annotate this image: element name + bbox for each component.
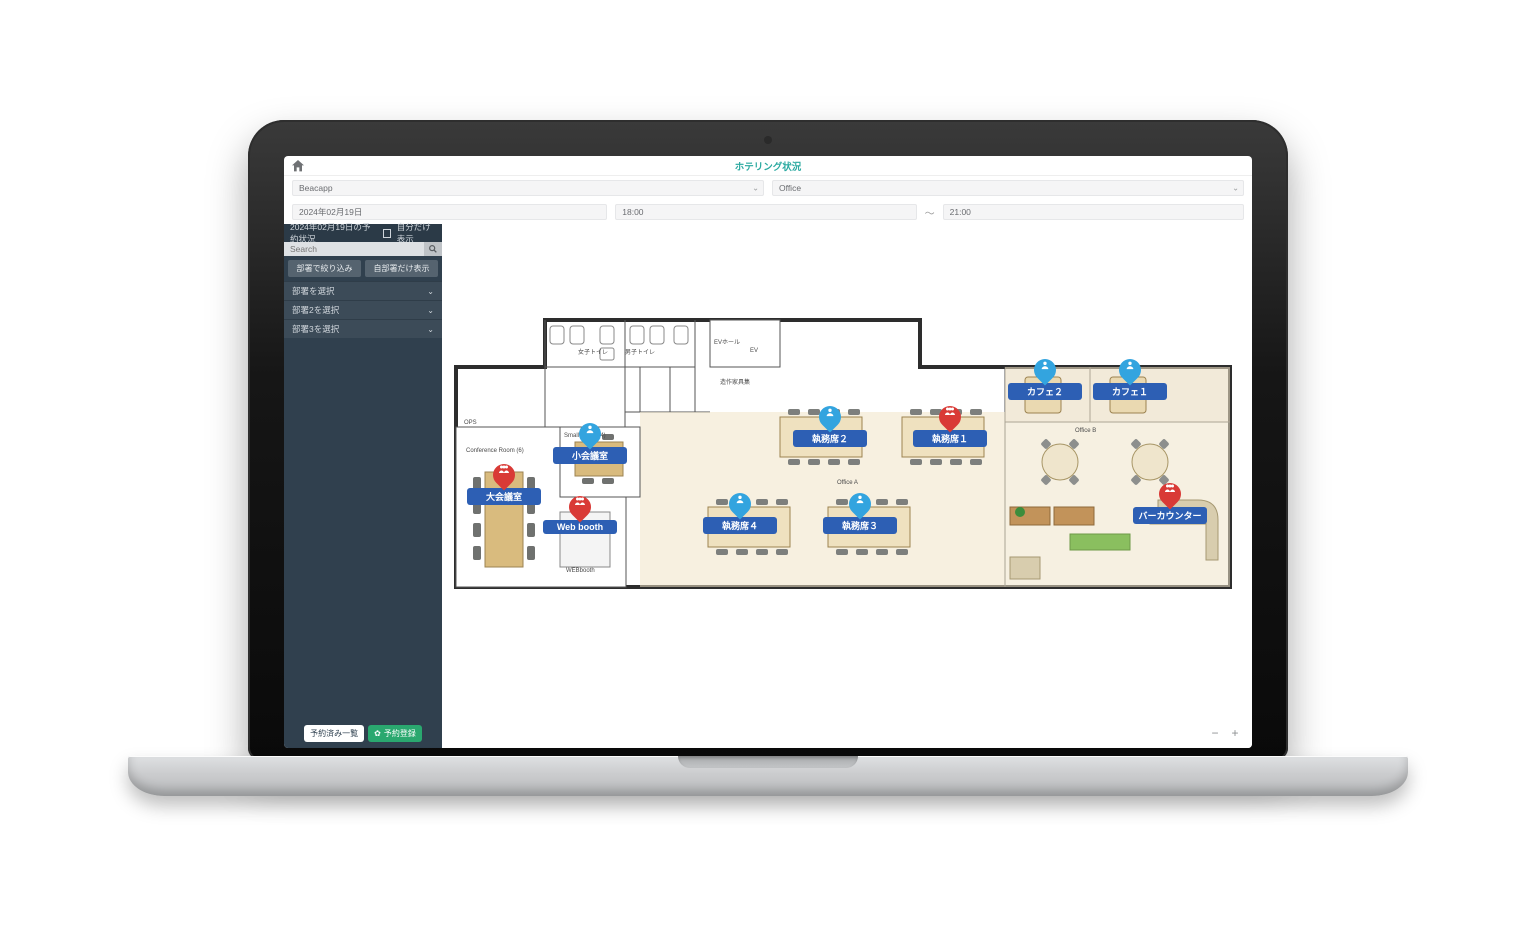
- svg-text:OPS: OPS: [464, 420, 477, 426]
- seat-marker-label[interactable]: カフェ２: [1008, 383, 1082, 400]
- floorplan-map[interactable]: 女子トイレ 男子トイレ EVホール EV 造作家具集 Conference Ro…: [442, 224, 1252, 748]
- self-only-checkbox[interactable]: [383, 229, 390, 238]
- time-range-tilde: 〜: [925, 205, 935, 220]
- sidebar-segment: 部署で絞り込み 自部署だけ表示: [284, 256, 442, 281]
- zoom-controls: − +: [1208, 726, 1242, 740]
- seat-marker-label[interactable]: 執務席３: [823, 517, 897, 534]
- laptop-base: [128, 756, 1408, 796]
- sidebar-footer: 予約済み一覧 ✿ 予約登録: [284, 719, 442, 748]
- dept-select-2[interactable]: 部署2を選択 ⌄: [284, 300, 442, 319]
- dept-select-2-label: 部署2を選択: [292, 304, 339, 316]
- svg-text:Small Room (4): Small Room (4): [564, 433, 606, 439]
- chevron-down-icon: ⌄: [1232, 184, 1239, 193]
- time-start-value: 18:00: [622, 207, 643, 217]
- chevron-down-icon: ⌄: [427, 325, 434, 334]
- seat-marker-label[interactable]: Web booth: [543, 520, 617, 534]
- svg-text:Conference Room (6): Conference Room (6): [466, 448, 524, 454]
- office-select-value: Office: [779, 183, 801, 193]
- dept-select-3[interactable]: 部署3を選択 ⌄: [284, 319, 442, 338]
- seat-marker-label[interactable]: 執務席１: [913, 430, 987, 447]
- seat-marker-label[interactable]: 大会議室: [467, 488, 541, 505]
- svg-text:男子トイレ: 男子トイレ: [625, 349, 655, 356]
- sidebar-status-bar: 2024年02月19日の予約状況 自分だけ表示: [284, 224, 442, 242]
- sidebar-search: [284, 242, 442, 256]
- title-bar: ホテリング状況: [284, 156, 1252, 176]
- laptop-mockup: ホテリング状況 Beacapp ⌄ Office ⌄ 2024年02月19日: [128, 120, 1408, 830]
- zoom-in-button[interactable]: +: [1228, 726, 1242, 740]
- space-select[interactable]: Beacapp ⌄: [292, 180, 764, 196]
- svg-text:造作家具集: 造作家具集: [720, 378, 750, 386]
- filters-row-1: Beacapp ⌄ Office ⌄: [284, 176, 1252, 200]
- chevron-down-icon: ⌄: [427, 306, 434, 315]
- seat-marker-label[interactable]: カフェ１: [1093, 383, 1167, 400]
- time-start-select[interactable]: 18:00: [615, 204, 916, 220]
- home-icon[interactable]: [290, 158, 306, 174]
- seg-selfdept-button[interactable]: 自部署だけ表示: [365, 260, 438, 277]
- seat-marker-label[interactable]: バーカウンター: [1133, 507, 1207, 524]
- svg-text:EV: EV: [750, 348, 758, 354]
- reserve-button[interactable]: ✿ 予約登録: [368, 725, 422, 742]
- svg-text:Office B: Office B: [1075, 428, 1096, 434]
- chevron-down-icon: ⌄: [427, 287, 434, 296]
- reservation-list-button[interactable]: 予約済み一覧: [304, 725, 364, 742]
- search-input[interactable]: [284, 242, 424, 256]
- svg-text:女子トイレ: 女子トイレ: [578, 348, 608, 356]
- dept-select-1-label: 部署を選択: [292, 285, 335, 297]
- date-value: 2024年02月19日: [299, 206, 362, 218]
- app-screen: ホテリング状況 Beacapp ⌄ Office ⌄ 2024年02月19日: [284, 156, 1252, 748]
- svg-text:WEBbooth: WEBbooth: [566, 568, 595, 574]
- svg-text:Office A: Office A: [837, 480, 858, 486]
- office-select[interactable]: Office ⌄: [772, 180, 1244, 196]
- svg-text:EVホール: EVホール: [714, 339, 740, 346]
- gear-icon: ✿: [374, 729, 381, 738]
- space-select-value: Beacapp: [299, 183, 333, 193]
- date-input[interactable]: 2024年02月19日: [292, 204, 607, 220]
- chevron-down-icon: ⌄: [752, 184, 759, 193]
- search-icon[interactable]: [424, 242, 442, 256]
- time-end-value: 21:00: [950, 207, 971, 217]
- dept-select-3-label: 部署3を選択: [292, 323, 339, 335]
- dept-select-1[interactable]: 部署を選択 ⌄: [284, 281, 442, 300]
- reserve-button-label: 予約登録: [384, 728, 416, 739]
- seat-marker-label[interactable]: 執務席４: [703, 517, 777, 534]
- page-title: ホテリング状況: [735, 159, 802, 173]
- sidebar: 2024年02月19日の予約状況 自分だけ表示 部署で絞り込み 自部署だけ表示: [284, 224, 442, 748]
- seat-marker-label[interactable]: 小会議室: [553, 447, 627, 464]
- time-end-select[interactable]: 21:00: [943, 204, 1244, 220]
- seg-filter-button[interactable]: 部署で絞り込み: [288, 260, 361, 277]
- seat-marker-label[interactable]: 執務席２: [793, 430, 867, 447]
- zoom-out-button[interactable]: −: [1208, 726, 1222, 740]
